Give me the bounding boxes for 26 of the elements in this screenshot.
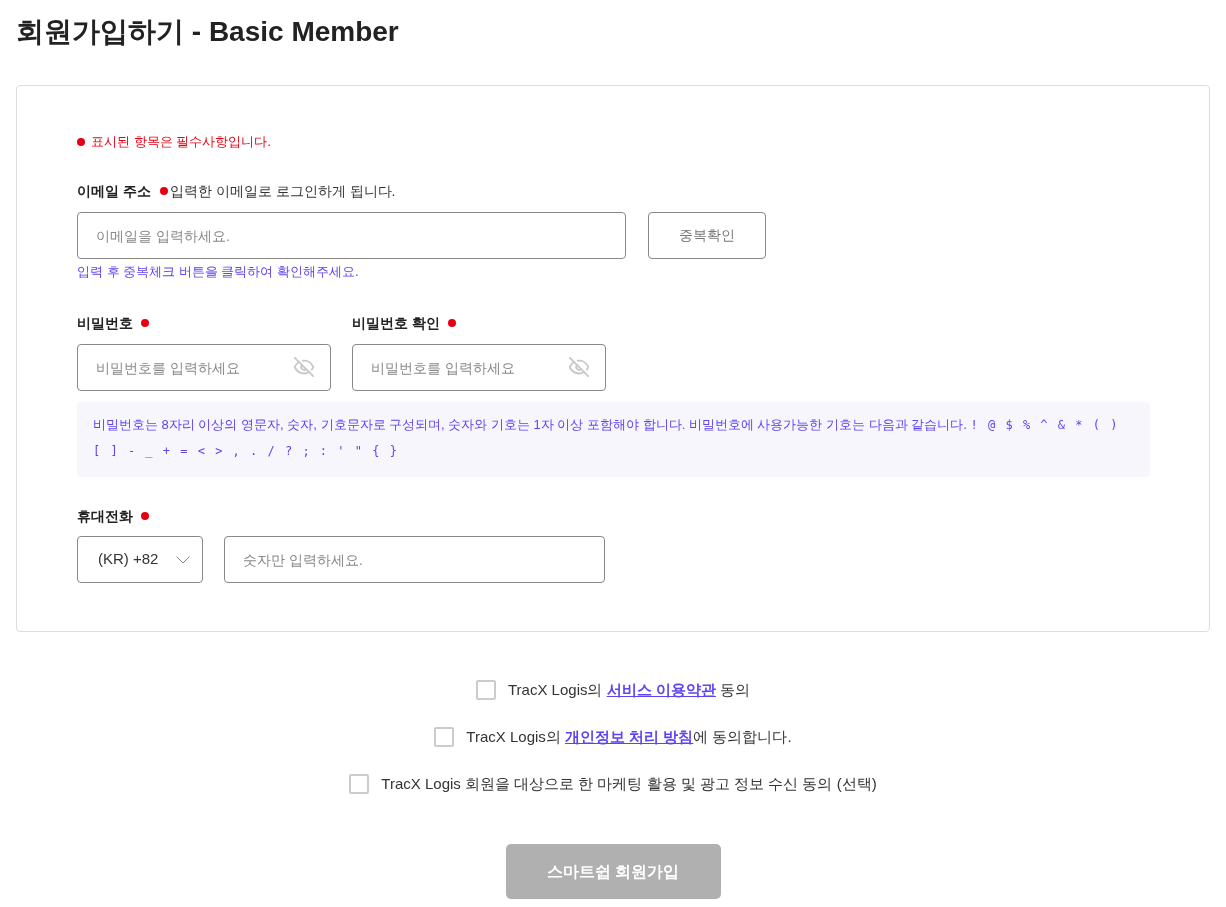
checkbox[interactable] (476, 680, 496, 700)
field-label: 비밀번호 (77, 314, 133, 333)
agreement-text: TracX Logis의 서비스 이용약관 동의 (508, 679, 750, 700)
duplicate-check-button[interactable]: 중복확인 (648, 212, 766, 259)
email-help-text: 입력 후 중복체크 버튼을 클릭하여 확인해주세요. (77, 263, 359, 281)
country-code-select[interactable]: (KR) +82 (77, 536, 203, 583)
eye-slash-icon[interactable] (568, 356, 590, 378)
agreement-text: TracX Logis 회원을 대상으로 한 마케팅 활용 및 광고 정보 수신 동의 (선택) (381, 773, 877, 794)
email-input[interactable]: 이메일을 입력하세요. (77, 212, 626, 259)
email-hint: 입력한 이메일로 로그인하게 됩니다. (169, 182, 396, 201)
chevron-down-icon (176, 555, 190, 564)
field-label: 비밀번호 확인 (352, 314, 440, 333)
checkbox[interactable] (349, 774, 370, 794)
page-title: 회원가입하기 - Basic Member (16, 15, 399, 49)
password-input[interactable]: 비밀번호를 입력하세요 (77, 344, 331, 391)
field-label: 휴대전화 (77, 507, 133, 526)
eye-slash-icon[interactable] (293, 356, 315, 378)
password-rule-text: 비밀번호는 8자리 이상의 영문자, 숫자, 기호문자로 구성되며, 숫자와 기호는 1자 이상 포함해야 합니다. 비밀번호에 사용가능한 기호는 다음과 같습니다. ! @ $ % ^ & * ( ) [ ] - _ + = < > , . / ? ; : ' " { } (93, 416, 1120, 460)
agreement-text: TracX Logis의 개인정보 처리 방침에 동의합니다. (466, 726, 792, 747)
phone-input[interactable]: 숫자만 입력하세요. (224, 536, 605, 583)
field-label: 이메일 주소 (77, 182, 151, 201)
policy-link[interactable]: 개인정보 처리 방침 (565, 727, 694, 745)
password-input[interactable]: 비밀번호를 입력하세요 (352, 344, 606, 391)
required-note: 표시된 항목은 필수사항입니다. (91, 133, 271, 151)
policy-link[interactable]: 서비스 이용약관 (606, 680, 716, 698)
checkbox[interactable] (434, 727, 455, 747)
